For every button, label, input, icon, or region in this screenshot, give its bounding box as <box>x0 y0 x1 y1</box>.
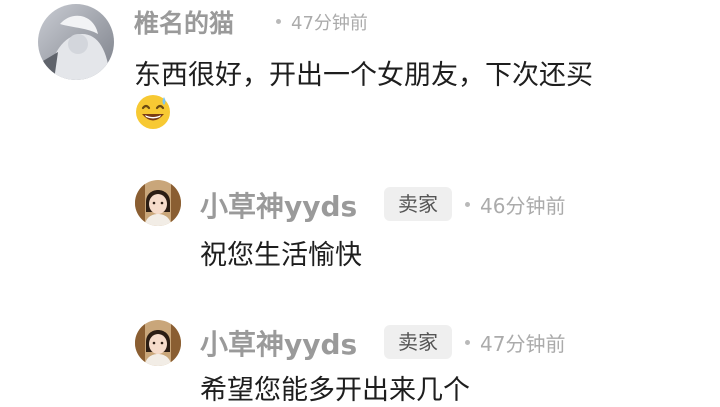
avatar[interactable] <box>38 4 114 80</box>
username[interactable]: 椎名的猫 <box>134 4 234 40</box>
seller-badge: 卖家 <box>384 325 452 359</box>
reply-item: 小草神yyds 卖家 47分钟前 希望您能多开出来几个 <box>0 316 720 406</box>
timestamp: 46分钟前 <box>465 190 565 219</box>
grinning-sweat-emoji <box>134 93 172 131</box>
separator-dot <box>465 202 470 207</box>
timestamp-text: 47分钟前 <box>291 13 368 34</box>
reply-item: 小草神yyds 卖家 46分钟前 祝您生活愉快 <box>0 176 720 276</box>
username[interactable]: 小草神yyds <box>200 185 357 225</box>
comment-item: 椎名的猫 47分钟前 东西很好，开出一个女朋友，下次还买 <box>0 0 720 140</box>
separator-dot <box>465 340 470 345</box>
timestamp: 47分钟前 <box>276 9 368 35</box>
timestamp: 47分钟前 <box>465 328 565 357</box>
timestamp-text: 47分钟前 <box>480 332 566 356</box>
reply-text: 希望您能多开出来几个 <box>200 375 470 406</box>
separator-dot <box>276 18 281 24</box>
timestamp-text: 46分钟前 <box>480 194 566 218</box>
avatar[interactable] <box>135 180 181 226</box>
avatar[interactable] <box>135 320 181 366</box>
reply-text: 祝您生活愉快 <box>200 240 362 271</box>
username[interactable]: 小草神yyds <box>200 323 357 363</box>
comment-text: 东西很好，开出一个女朋友，下次还买 <box>134 60 593 91</box>
seller-badge: 卖家 <box>384 187 452 221</box>
